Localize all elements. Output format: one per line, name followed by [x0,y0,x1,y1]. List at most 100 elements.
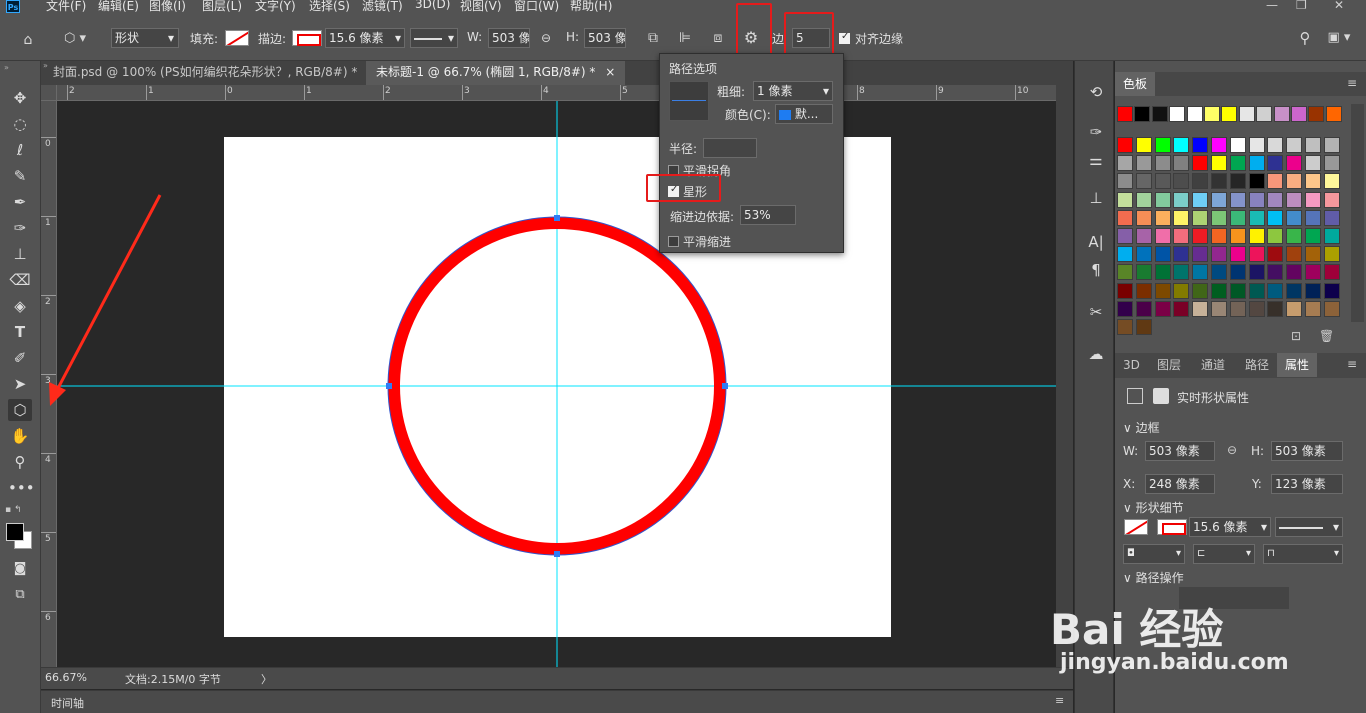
color-swatch[interactable] [1211,300,1227,317]
color-swatch[interactable] [1135,191,1152,208]
color-swatch[interactable] [1267,191,1284,208]
color-swatch[interactable] [1192,282,1209,299]
color-swatch[interactable] [1192,173,1209,190]
path-operations-icon[interactable]: ⧉ [643,28,663,48]
color-swatch[interactable] [1323,155,1340,172]
color-swatch[interactable] [1192,246,1209,263]
color-swatch[interactable] [1154,155,1171,172]
color-swatch[interactable] [1154,209,1171,226]
color-swatch[interactable] [1286,282,1303,299]
color-swatch[interactable] [1186,106,1203,122]
stroke-width-input[interactable]: 15.6 像素 ▾ [325,28,405,48]
menu-help[interactable]: 帮助(H) [570,0,612,14]
color-swatch[interactable] [1305,264,1321,281]
color-swatch[interactable] [1323,228,1340,244]
color-swatch[interactable] [1154,173,1171,190]
color-swatch[interactable] [1173,137,1190,153]
color-swatch[interactable] [1192,137,1209,153]
color-swatch[interactable] [1323,173,1340,190]
color-swatch[interactable] [1248,282,1265,299]
color-swatch[interactable] [1211,246,1227,263]
width-input[interactable]: 503 像 [488,28,530,48]
reset-colors-icon[interactable]: ▪ ↰ [5,505,22,515]
quick-mask-icon[interactable]: ◙ [8,558,32,580]
color-swatch[interactable] [1256,106,1273,122]
color-swatch[interactable] [1173,209,1190,226]
status-menu-arrow[interactable]: 〉 [261,671,272,687]
props-y-input[interactable]: 123 像素 [1271,474,1343,494]
properties-menu-icon[interactable]: ≡ [1347,357,1357,371]
color-swatch[interactable] [1273,106,1290,122]
color-swatch[interactable] [1192,300,1209,317]
color-swatch[interactable] [1169,106,1186,122]
polygon-tool-icon[interactable]: ⬡ [8,399,32,421]
color-swatch[interactable] [1204,106,1220,122]
workspace-icon[interactable]: ▣ ▾ [1324,28,1354,48]
tab-3d[interactable]: 3D [1115,353,1148,377]
link-icon[interactable]: ⊖ [537,28,555,48]
path-select-tool-icon[interactable]: ➤ [8,373,32,395]
path-ops-toggle[interactable]: ∨ 路径操作 [1123,569,1184,586]
color-swatch[interactable] [1229,209,1246,226]
indent-input[interactable]: 53% [740,205,796,225]
stroke-swatch[interactable] [292,30,322,46]
color-swatch[interactable] [1229,264,1246,281]
libraries-icon[interactable]: ☁ [1085,343,1107,365]
props-stroke-swatch[interactable] [1157,519,1187,535]
color-swatch[interactable] [1286,155,1303,172]
color-swatch[interactable] [1135,137,1152,153]
stroke-align-select[interactable]: ◘ ▾ [1123,544,1185,564]
color-swatch[interactable] [1291,106,1307,122]
color-swatch[interactable] [1323,264,1340,281]
color-swatch[interactable] [1286,209,1303,226]
color-swatch[interactable] [1173,246,1190,263]
color-swatch[interactable] [1305,173,1321,190]
menu-filter[interactable]: 滤镜(T) [362,0,403,14]
foreground-color-swatch[interactable] [6,523,24,541]
color-swatch[interactable] [1267,228,1284,244]
props-width-input[interactable]: 503 像素 [1145,441,1215,461]
color-swatch[interactable] [1229,246,1246,263]
color-swatch[interactable] [1286,137,1303,153]
timeline-menu-icon[interactable]: ≡ [1055,694,1064,707]
path-color-select[interactable]: 默... [775,104,833,124]
color-swatch[interactable] [1229,155,1246,172]
color-swatch[interactable] [1154,191,1171,208]
close-window-icon[interactable]: ✕ [1334,0,1344,12]
color-swatch[interactable] [1248,300,1265,317]
color-swatch[interactable] [1192,209,1209,226]
menu-image[interactable]: 图像(I) [149,0,186,14]
color-swatch[interactable] [1135,264,1152,281]
polygon-tool-preset-icon[interactable]: ⬡ ▾ [60,29,90,49]
more-tools-icon[interactable]: ••• [8,477,35,499]
clone-source-icon[interactable]: ⊥ [1085,187,1107,209]
color-swatch[interactable] [1211,228,1227,244]
thickness-select[interactable]: 1 像素 ▾ [753,81,833,101]
color-swatch[interactable] [1267,282,1284,299]
color-swatch[interactable] [1248,246,1265,263]
color-swatch[interactable] [1173,228,1190,244]
color-swatch[interactable] [1267,264,1284,281]
color-swatch[interactable] [1117,191,1133,208]
color-swatch[interactable] [1305,228,1321,244]
color-swatch[interactable] [1135,155,1152,172]
brush-tool-icon[interactable]: ✑ [8,217,32,239]
color-swatch[interactable] [1211,173,1227,190]
color-swatch[interactable] [1211,191,1227,208]
path-arrangement-icon[interactable]: ⧈ [707,28,729,48]
color-swatch[interactable] [1117,155,1133,172]
color-swatch[interactable] [1248,264,1265,281]
color-swatch[interactable] [1305,246,1321,263]
color-swatch[interactable] [1248,191,1265,208]
radius-input[interactable] [703,138,757,158]
color-swatch[interactable] [1305,137,1321,153]
color-swatch[interactable] [1238,106,1255,122]
tab-paths[interactable]: 路径 [1237,353,1277,377]
color-swatch[interactable] [1267,246,1284,263]
color-swatch[interactable] [1117,246,1133,263]
color-swatch[interactable] [1325,106,1342,122]
stroke-caps-select[interactable]: ⊏ ▾ [1193,544,1255,564]
pen-tool-icon[interactable]: ✐ [8,347,32,369]
history-icon[interactable]: ⟲ [1085,81,1107,103]
color-swatch[interactable] [1248,209,1265,226]
